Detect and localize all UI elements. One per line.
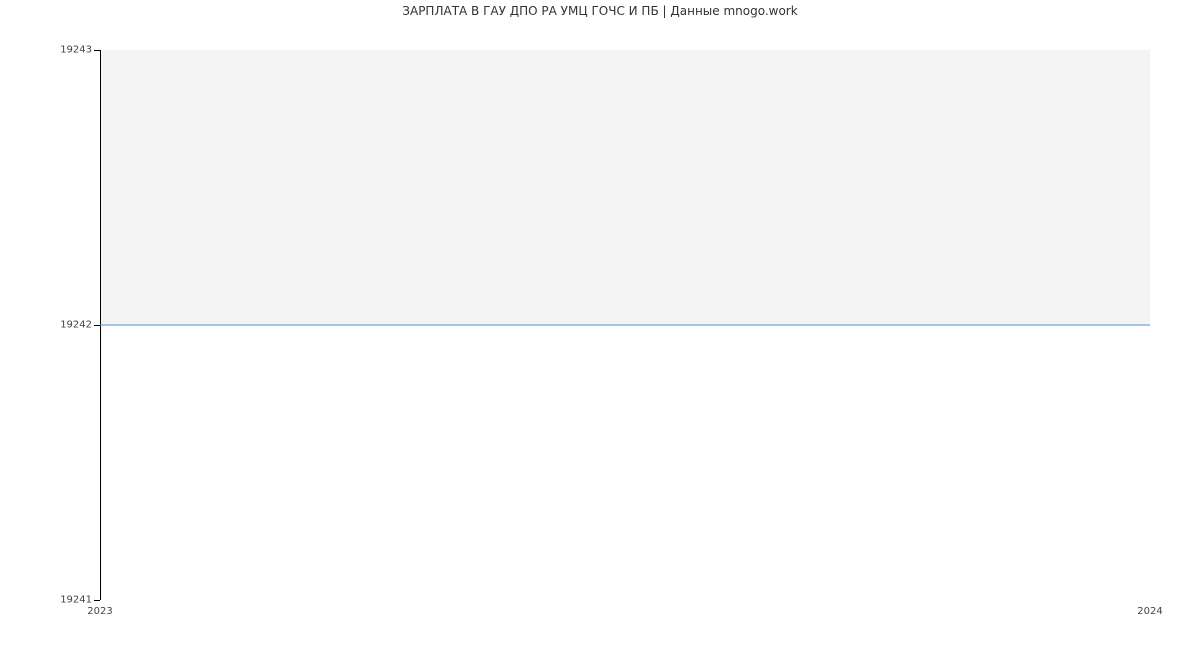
data-line: [100, 325, 1150, 326]
chart-container: ЗАРПЛАТА В ГАУ ДПО РА УМЦ ГОЧС И ПБ | Да…: [0, 0, 1200, 650]
fill-region: [100, 50, 1150, 325]
x-tick-label: 2023: [87, 606, 112, 617]
chart-title: ЗАРПЛАТА В ГАУ ДПО РА УМЦ ГОЧС И ПБ | Да…: [0, 4, 1200, 18]
plot-area: 19243 19242 19241 2023 2024: [100, 50, 1150, 600]
y-tick: [94, 600, 100, 601]
y-tick-label: 19242: [60, 320, 92, 331]
x-tick-label: 2024: [1137, 606, 1162, 617]
y-tick-label: 19241: [60, 595, 92, 606]
y-tick-label: 19243: [60, 45, 92, 56]
y-tick: [94, 50, 100, 51]
